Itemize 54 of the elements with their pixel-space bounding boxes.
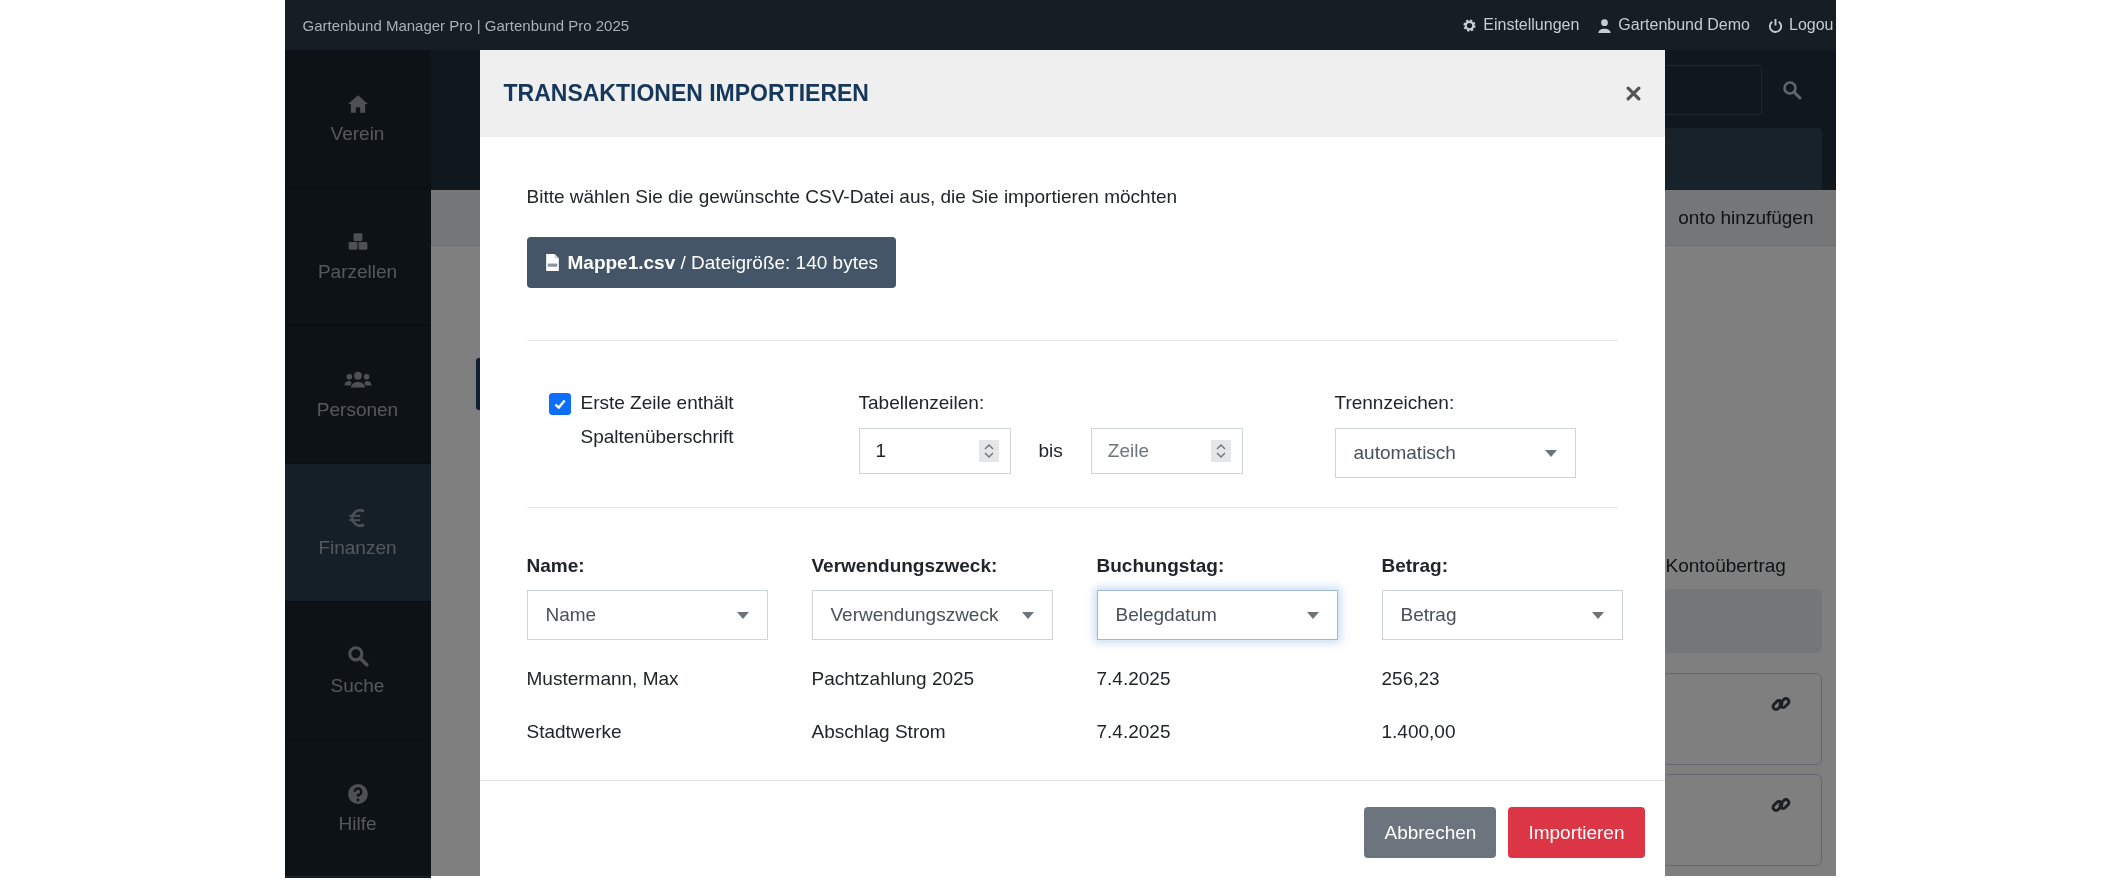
number-field[interactable]: 1 (858, 428, 1011, 474)
topbar-link[interactable]: Logou (1768, 16, 1834, 34)
transfer-label: Kontoübertrag (1665, 555, 1787, 577)
link-icon[interactable] (1770, 694, 1791, 714)
file-button[interactable]: Mappe1.csv / Dateigröße: 140 bytes (526, 237, 896, 288)
caret-icon (1306, 611, 1319, 619)
caret-icon (1591, 611, 1604, 619)
preview-cell-text: Mustermann, Max (526, 667, 680, 691)
settings-icon (1462, 17, 1478, 33)
user-icon (1597, 17, 1613, 33)
column-label: Verwendungszweck: (811, 554, 999, 578)
topbar-link[interactable]: Gartenbund Demo (1597, 16, 1750, 34)
caret-icon (1544, 449, 1557, 457)
column-label: Betrag: (1381, 554, 1449, 578)
field-label: Trennzeichen: (1334, 391, 1456, 415)
column-dropdown[interactable]: Belegdatum (1096, 590, 1338, 640)
spinner-icon[interactable] (978, 440, 999, 462)
topbar-link[interactable]: Einstellungen (1462, 16, 1580, 34)
column-dropdown[interactable]: Name (526, 590, 768, 640)
column-label: Buchungstag: (1096, 554, 1226, 578)
range-word: bis (1038, 440, 1063, 462)
caret-icon (736, 611, 749, 619)
separator-dropdown[interactable]: automatisch (1334, 428, 1576, 478)
dialog-title: TRANSAKTIONEN IMPORTIEREN (503, 80, 869, 107)
csv-file-icon (544, 253, 560, 272)
spinner-icon[interactable] (1210, 440, 1231, 462)
preview-cell-text: Abschlag Strom (811, 720, 947, 744)
power-icon (1768, 17, 1783, 33)
column-label: Name: (526, 554, 586, 578)
help-icon (346, 782, 369, 805)
cancel-button[interactable]: Abbrechen (1364, 807, 1497, 858)
search-icon[interactable] (1781, 80, 1802, 100)
import-button[interactable]: Importieren (1508, 807, 1645, 858)
preview-cell-text: Pachtzahlung 2025 (811, 667, 976, 691)
checkbox[interactable] (548, 393, 571, 415)
check-icon (552, 397, 567, 411)
instruction-text: Bitte wählen Sie die gewünschte CSV-Datei aus, die Sie importieren möchten (526, 185, 1179, 209)
number-field[interactable]: Zeile (1090, 428, 1243, 474)
preview-cell-text: 1.400,00 (1381, 720, 1457, 744)
link-icon[interactable] (1770, 795, 1791, 815)
cubes-icon (346, 230, 369, 253)
preview-cell-text: 7.4.2025 (1096, 667, 1172, 691)
field-label: Tabellenzeilen: (858, 391, 986, 415)
checkbox-label: Erste Zeile enthält Spaltenüberschrift (580, 391, 735, 449)
column-dropdown[interactable]: Betrag (1381, 590, 1623, 640)
preview-cell-text: Stadtwerke (526, 720, 623, 744)
close-icon[interactable] (1625, 86, 1641, 101)
caret-icon (1021, 611, 1034, 619)
app-title: Gartenbund Manager Pro | Gartenbund Pro 2025 (302, 16, 630, 34)
column-dropdown[interactable]: Verwendungszweck (811, 590, 1053, 640)
preview-cell-text: 7.4.2025 (1096, 720, 1172, 744)
add-account-link[interactable]: onto hinzufügen (1678, 206, 1814, 229)
preview-cell-text: 256,23 (1381, 667, 1441, 691)
search-icon (346, 644, 369, 667)
